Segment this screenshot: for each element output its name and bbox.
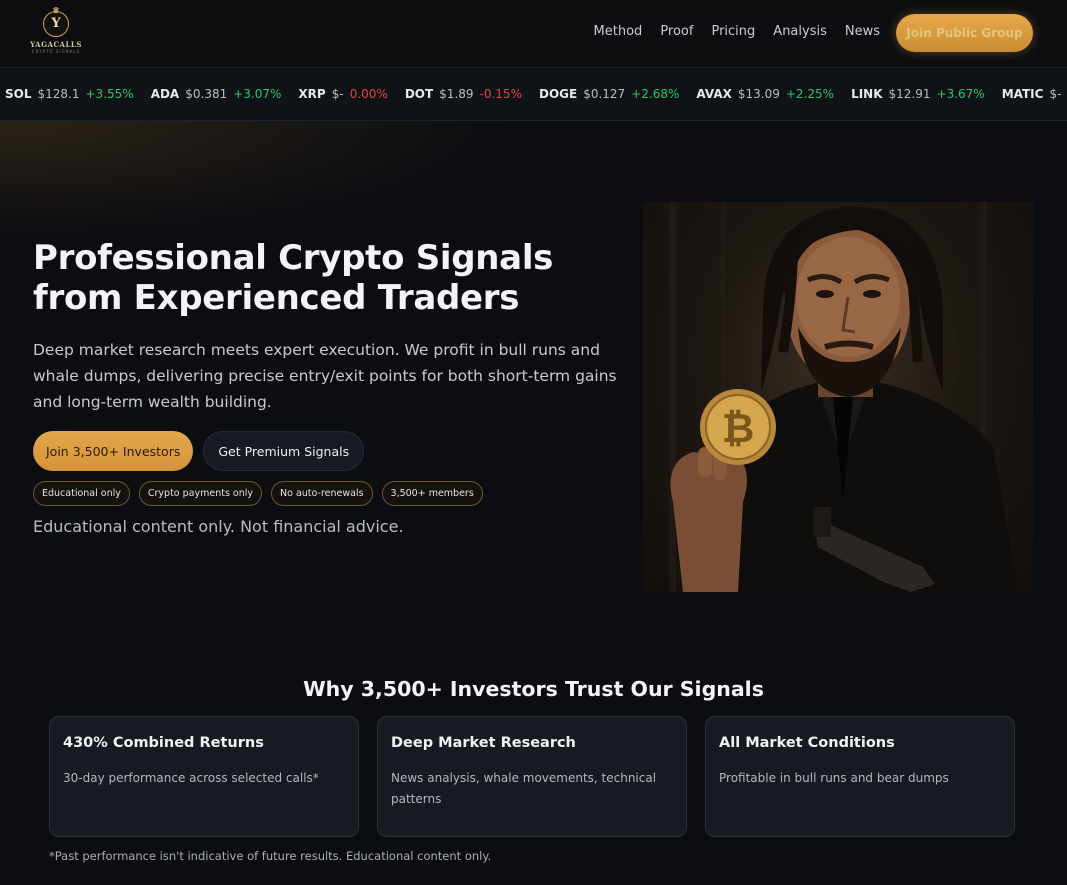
- nav-item-pricing[interactable]: Pricing: [711, 24, 755, 39]
- card-text: 30-day performance across selected calls…: [63, 771, 319, 785]
- logo-tagline: CRYPTO SIGNALS: [31, 49, 81, 54]
- ticker-change: +2.68%: [631, 87, 680, 101]
- ticker-symbol: MATIC: [1001, 87, 1044, 101]
- ticker-item-link: LINK $12.91 +3.67%: [851, 87, 985, 101]
- ticker-item-ada: ADA $0.381 +3.07%: [151, 87, 282, 101]
- brand-logo[interactable]: ♛ Y YAGACALLS CRYPTO SIGNALS: [30, 6, 82, 58]
- ticker-price: $0.381: [185, 87, 228, 101]
- hero-badges: Educational only Crypto payments only No…: [33, 481, 483, 506]
- ticker-price: $-: [1049, 87, 1062, 101]
- ticker-change: +3.67%: [936, 87, 985, 101]
- join-investors-button[interactable]: Join 3,500+ Investors: [33, 431, 194, 471]
- nav-item-analysis[interactable]: Analysis: [773, 24, 827, 39]
- ticker-change: +3.55%: [85, 87, 134, 101]
- card-title: Deep Market Research: [391, 735, 576, 751]
- card-market-research: Deep Market Research News analysis, whal…: [377, 716, 687, 837]
- main-nav: Method Proof Pricing Analysis News: [594, 24, 880, 39]
- ticker-symbol: ADA: [150, 87, 180, 101]
- ticker-change: 0.00%: [349, 87, 388, 101]
- nav-item-news[interactable]: News: [845, 24, 880, 39]
- ticker-symbol: DOGE: [538, 87, 578, 101]
- ticker-item-sol: SOL $128.1 +3.55%: [5, 87, 134, 101]
- ticker-price: $12.91: [888, 87, 931, 101]
- badge-crypto-payments: Crypto payments only: [138, 481, 263, 506]
- ticker-item-doge: DOGE $0.127 +2.68%: [539, 87, 679, 101]
- ticker-symbol: AVAX: [696, 87, 732, 101]
- nav-item-method[interactable]: Method: [594, 24, 643, 39]
- ticker-price: $1.89: [439, 87, 474, 101]
- ticker-symbol: LINK: [851, 87, 883, 101]
- card-text: News analysis, whale movements, technica…: [391, 771, 657, 806]
- ticker-symbol: DOT: [404, 87, 434, 101]
- badge-no-auto-renewals: No auto-renewals: [271, 481, 373, 506]
- ticker-price: $-: [331, 87, 344, 101]
- get-premium-signals-button[interactable]: Get Premium Signals: [203, 431, 365, 471]
- card-text: Profitable in bull runs and bear dumps: [719, 771, 949, 785]
- hero-description: Deep market research meets expert execut…: [33, 341, 617, 411]
- logo-letter: Y: [51, 16, 61, 31]
- ticker-item-matic: MATIC$-0.00%: [1002, 87, 1067, 101]
- svg-text:₿: ₿: [722, 406, 755, 452]
- ticker-item-xrp: XRP $- 0.00%: [298, 87, 387, 101]
- ticker-change: -0.15%: [479, 87, 522, 101]
- hero-cta-row: Join 3,500+ Investors Get Premium Signal…: [33, 431, 365, 471]
- ticker-price: $128.1: [37, 87, 80, 101]
- ticker-symbol: SOL: [5, 87, 32, 101]
- badge-members: 3,500+ members: [381, 481, 483, 506]
- ticker-symbol: XRP: [298, 87, 326, 101]
- ticker-price: $0.127: [583, 87, 626, 101]
- ticker-item-avax: AVAX $13.09 +2.25%: [696, 87, 834, 101]
- card-title: 430% Combined Returns: [63, 735, 264, 751]
- nav-item-proof[interactable]: Proof: [660, 24, 693, 39]
- ticker-track: SOL $128.1 +3.55% ADA $0.381 +3.07% XRP $- 0.00%…: [5, 87, 1067, 101]
- man-holding-bitcoin-image: ₿: [643, 202, 1033, 592]
- hero-illustration: ₿: [670, 202, 1018, 592]
- ticker-change: +3.07%: [233, 87, 282, 101]
- card-market-conditions: All Market Conditions Profitable in bull…: [705, 716, 1015, 837]
- hero-glow: [0, 121, 520, 241]
- card-combined-returns: 430% Combined Returns 30-day performance…: [49, 716, 359, 837]
- crown-icon: ♛: [52, 5, 60, 15]
- hero-title: Professional Crypto Signals from Experie…: [33, 238, 554, 318]
- logo-name: YAGACALLS: [30, 40, 82, 49]
- logo-emblem: ♛ Y: [43, 6, 69, 37]
- hero-disclaimer: Educational content only. Not financial …: [33, 517, 404, 536]
- site-header: ♛ Y YAGACALLS CRYPTO SIGNALS Method Proo…: [0, 0, 1067, 68]
- card-title: All Market Conditions: [719, 735, 895, 751]
- ticker-change: +2.25%: [785, 87, 835, 101]
- ticker-item-dot: DOT $1.89 -0.15%: [405, 87, 522, 101]
- ticker-price: $13.09: [737, 87, 780, 101]
- trust-section-title: Why 3,500+ Investors Trust Our Signals: [303, 677, 764, 701]
- badge-educational: Educational only: [33, 481, 130, 506]
- join-public-group-button[interactable]: Join Public Group: [896, 14, 1033, 52]
- performance-footnote: *Past performance isn't indicative of fu…: [49, 849, 492, 863]
- price-ticker: SOL $128.1 +3.55% ADA $0.381 +3.07% XRP $- 0.00%…: [0, 69, 1067, 121]
